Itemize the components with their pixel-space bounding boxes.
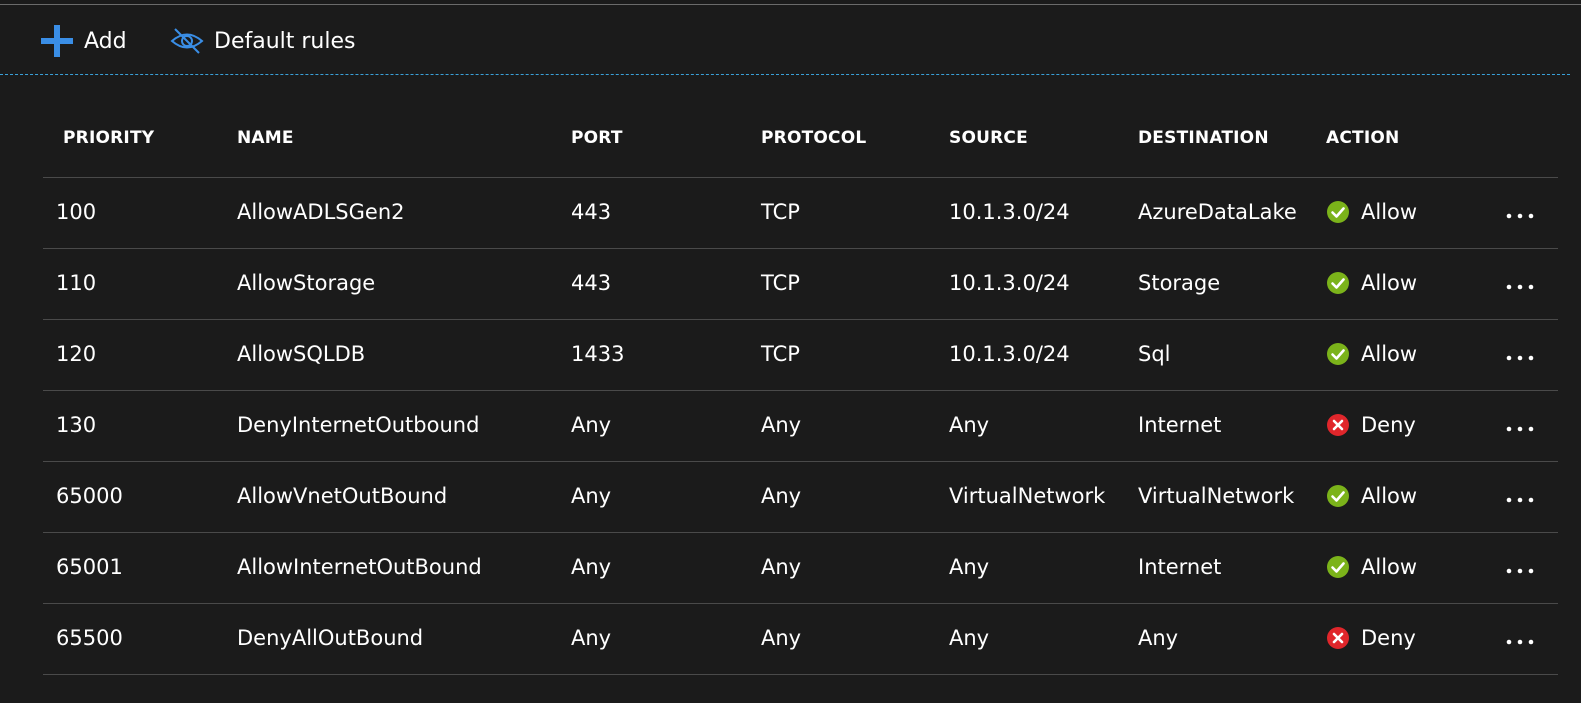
cell-protocol: TCP <box>761 271 800 295</box>
more-options-icon[interactable] <box>1503 630 1537 650</box>
cell-name: DenyAllOutBound <box>237 626 424 650</box>
cell-name: AllowVnetOutBound <box>237 484 448 508</box>
check-circle-icon <box>1326 200 1350 224</box>
cell-destination: Internet <box>1138 413 1222 437</box>
table-row[interactable]: 130 DenyInternetOutbound Any Any Any Internet… <box>43 391 1558 462</box>
header-protocol[interactable]: PROTOCOL <box>761 128 866 148</box>
cell-destination: Any <box>1138 626 1179 650</box>
cell-source: 10.1.3.0/24 <box>949 342 1070 366</box>
more-options-icon[interactable] <box>1503 488 1537 508</box>
cell-port: 443 <box>571 200 612 224</box>
cell-priority: 110 <box>56 271 97 295</box>
header-source[interactable]: SOURCE <box>949 128 1028 148</box>
table-row[interactable]: 65500 DenyAllOutBound Any Any Any Any Deny <box>43 604 1558 675</box>
cell-action: Deny <box>1326 626 1416 650</box>
cell-destination: VirtualNetwork <box>1138 484 1295 508</box>
action-label: Allow <box>1361 555 1418 579</box>
cell-destination: Sql <box>1138 342 1171 366</box>
cell-port: Any <box>571 413 612 437</box>
cell-source: 10.1.3.0/24 <box>949 200 1070 224</box>
action-label: Deny <box>1361 413 1416 437</box>
toolbar-divider <box>0 74 1570 75</box>
cell-action: Allow <box>1326 200 1417 224</box>
table-body: 100 AllowADLSGen2 443 TCP 10.1.3.0/24 AzureDa… <box>43 178 1558 675</box>
default-rules-label: Default rules <box>214 28 356 54</box>
table-row[interactable]: 110 AllowStorage 443 TCP 10.1.3.0/24 Storage A… <box>43 249 1558 320</box>
header-priority[interactable]: PRIORITY <box>63 128 154 148</box>
cell-destination: Storage <box>1138 271 1221 295</box>
check-circle-icon <box>1326 555 1350 579</box>
action-label: Deny <box>1361 626 1416 650</box>
cell-name: DenyInternetOutbound <box>237 413 480 437</box>
table-row[interactable]: 120 AllowSQLDB 1433 TCP 10.1.3.0/24 Sql Allow <box>43 320 1558 391</box>
security-rules-table: PRIORITY NAME PORT PROTOCOL SOURCE DESTI… <box>43 100 1558 675</box>
action-label: Allow <box>1361 271 1418 295</box>
cell-action: Allow <box>1326 271 1417 295</box>
cell-source: VirtualNetwork <box>949 484 1106 508</box>
header-name[interactable]: NAME <box>237 128 294 148</box>
more-options-icon[interactable] <box>1503 559 1537 579</box>
default-rules-button[interactable]: Default rules <box>170 21 355 61</box>
x-circle-icon <box>1326 626 1350 650</box>
cell-port: Any <box>571 555 612 579</box>
cell-priority: 130 <box>56 413 97 437</box>
action-label: Allow <box>1361 484 1418 508</box>
cell-name: AllowStorage <box>237 271 376 295</box>
cell-action: Allow <box>1326 484 1417 508</box>
cell-port: Any <box>571 626 612 650</box>
more-options-icon[interactable] <box>1503 346 1537 366</box>
header-action[interactable]: ACTION <box>1326 128 1399 148</box>
cell-protocol: TCP <box>761 200 800 224</box>
cell-destination: AzureDataLake <box>1138 200 1297 224</box>
cell-action: Allow <box>1326 555 1417 579</box>
cell-action: Deny <box>1326 413 1416 437</box>
cell-protocol: Any <box>761 484 802 508</box>
cell-protocol: Any <box>761 413 802 437</box>
cell-priority: 120 <box>56 342 97 366</box>
cell-priority: 65500 <box>56 626 123 650</box>
cell-port: Any <box>571 484 612 508</box>
more-options-icon[interactable] <box>1503 204 1537 224</box>
cell-name: AllowADLSGen2 <box>237 200 405 224</box>
cell-name: AllowInternetOutBound <box>237 555 482 579</box>
header-port[interactable]: PORT <box>571 128 623 148</box>
cell-destination: Internet <box>1138 555 1222 579</box>
check-circle-icon <box>1326 271 1350 295</box>
cell-source: Any <box>949 555 990 579</box>
cell-source: Any <box>949 626 990 650</box>
more-options-icon[interactable] <box>1503 417 1537 437</box>
table-header: PRIORITY NAME PORT PROTOCOL SOURCE DESTI… <box>43 100 1558 178</box>
add-button-label: Add <box>84 28 127 54</box>
cell-protocol: Any <box>761 555 802 579</box>
add-button[interactable]: Add <box>40 21 127 61</box>
cell-protocol: TCP <box>761 342 800 366</box>
x-circle-icon <box>1326 413 1350 437</box>
cell-priority: 100 <box>56 200 97 224</box>
cell-source: Any <box>949 413 990 437</box>
cell-priority: 65000 <box>56 484 123 508</box>
action-label: Allow <box>1361 200 1418 224</box>
check-circle-icon <box>1326 484 1350 508</box>
cell-protocol: Any <box>761 626 802 650</box>
check-circle-icon <box>1326 342 1350 366</box>
table-row[interactable]: 65001 AllowInternetOutBound Any Any Any Inter… <box>43 533 1558 604</box>
toolbar: Add Default rules <box>0 5 1581 75</box>
cell-action: Allow <box>1326 342 1417 366</box>
header-destination[interactable]: DESTINATION <box>1138 128 1269 148</box>
plus-icon <box>40 24 74 58</box>
cell-port: 443 <box>571 271 612 295</box>
eye-hidden-icon <box>170 26 204 56</box>
table-row[interactable]: 65000 AllowVnetOutBound Any Any VirtualNetwo… <box>43 462 1558 533</box>
more-options-icon[interactable] <box>1503 275 1537 295</box>
cell-name: AllowSQLDB <box>237 342 366 366</box>
table-row[interactable]: 100 AllowADLSGen2 443 TCP 10.1.3.0/24 AzureDa… <box>43 178 1558 249</box>
cell-priority: 65001 <box>56 555 123 579</box>
cell-port: 1433 <box>571 342 625 366</box>
cell-source: 10.1.3.0/24 <box>949 271 1070 295</box>
action-label: Allow <box>1361 342 1418 366</box>
